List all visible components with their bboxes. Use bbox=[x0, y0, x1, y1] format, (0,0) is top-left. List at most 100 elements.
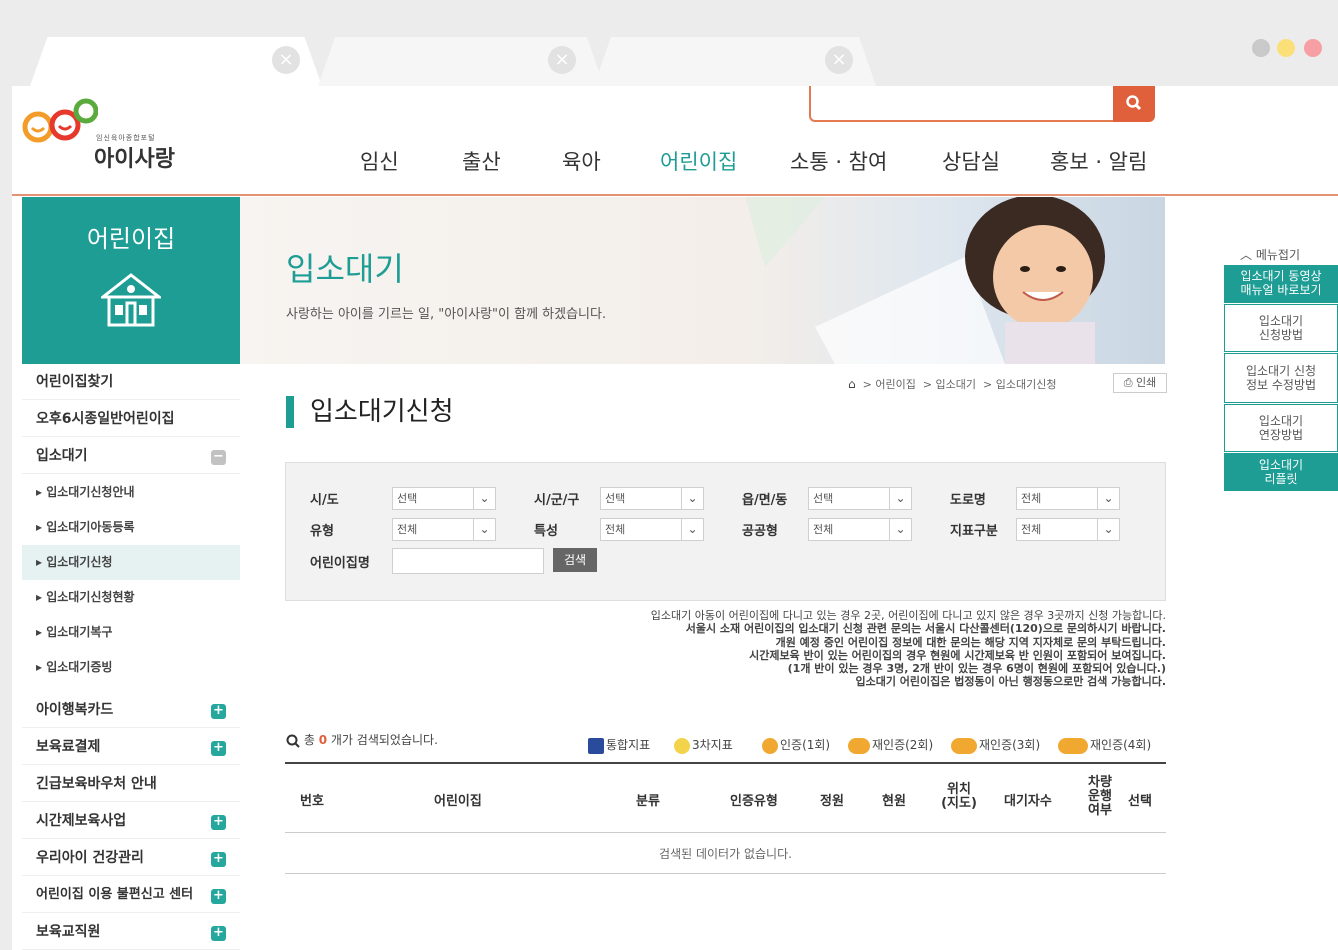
nav-community[interactable]: 소통 · 참여 bbox=[790, 146, 887, 176]
select-feature[interactable]: 전체 ⌄ bbox=[600, 518, 704, 541]
nav-counseling[interactable]: 상담실 bbox=[942, 146, 1000, 176]
select-sido[interactable]: 선택 ⌄ bbox=[392, 487, 496, 510]
close-tab-icon[interactable]: × bbox=[548, 46, 576, 74]
select-value: 전체 bbox=[397, 523, 418, 536]
window-maximize-icon[interactable] bbox=[1277, 39, 1295, 57]
sidebar-item-label: 우리아이 건강관리 bbox=[36, 850, 144, 866]
col-header-cert-type: 인증유형 bbox=[730, 794, 778, 809]
sidebar-item-hourly-care[interactable]: 시간제보육사업 + bbox=[22, 803, 240, 839]
legend-label: 재인증(2회) bbox=[872, 738, 934, 752]
sidebar-subitem-waiting-status[interactable]: ▸ 입소대기신청현황 bbox=[22, 580, 240, 615]
sidebar-subitem-waiting-restore[interactable]: ▸ 입소대기복구 bbox=[22, 615, 240, 650]
sidebar-subitem-label: 입소대기신청 bbox=[46, 555, 113, 569]
expand-icon[interactable]: + bbox=[211, 926, 226, 941]
select-sigungu[interactable]: 선택 ⌄ bbox=[600, 487, 704, 510]
filter-label-type: 유형 bbox=[310, 524, 334, 539]
expand-icon[interactable]: + bbox=[211, 889, 226, 904]
search-button[interactable]: 검색 bbox=[553, 548, 597, 572]
sidebar-subitem-waiting-apply[interactable]: ▸ 입소대기신청 bbox=[22, 545, 240, 580]
notice-line: (1개 반이 있는 경우 3명, 2개 반이 있는 경우 6명이 현원에 포함되… bbox=[787, 662, 1166, 676]
result-count: 총 0 개가 검색되었습니다. bbox=[286, 731, 438, 748]
site-search-button[interactable] bbox=[1113, 86, 1155, 122]
sidebar-item-staff[interactable]: 보육교직원 + bbox=[22, 914, 240, 950]
daycare-house-icon bbox=[101, 273, 161, 327]
legend-label: 인증(1회) bbox=[780, 738, 831, 752]
sidebar-item-label: 아이행복카드 bbox=[36, 702, 114, 718]
quick-menu-extend-method[interactable]: 입소대기 연장방법 bbox=[1224, 404, 1338, 452]
sidebar-item-label: 어린이집 이용 불편신고 센터 bbox=[36, 887, 194, 902]
breadcrumb-item[interactable]: 어린이집 bbox=[875, 378, 915, 391]
chevron-down-icon: ⌄ bbox=[681, 488, 703, 509]
select-public[interactable]: 전체 ⌄ bbox=[808, 518, 912, 541]
notice-line: 서울시 소재 어린이집의 입소대기 신청 관련 문의는 서울시 다산콜센터(12… bbox=[685, 622, 1166, 636]
sidebar-item-fee-payment[interactable]: 보육료결제 + bbox=[22, 729, 240, 765]
sidebar-item-label: 보육료결제 bbox=[36, 739, 101, 755]
empty-result-message: 검색된 데이터가 없습니다. bbox=[659, 847, 792, 861]
nav-birth[interactable]: 출산 bbox=[462, 146, 501, 176]
sidebar-subitem-waiting-proof[interactable]: ▸ 입소대기증빙 bbox=[22, 650, 240, 685]
logo-icon[interactable] bbox=[22, 95, 98, 145]
close-tab-icon[interactable]: × bbox=[825, 46, 853, 74]
sidebar-subitem-child-register[interactable]: ▸ 입소대기아동등록 bbox=[22, 510, 240, 545]
logo-title[interactable]: 아이사랑 bbox=[94, 141, 175, 173]
expand-icon[interactable]: + bbox=[211, 741, 226, 756]
sidebar-item-6pm-daycare[interactable]: 오후6시종일반어린이집 bbox=[22, 401, 240, 437]
legend-cert4: 재인증(4회) bbox=[1058, 736, 1151, 754]
select-road[interactable]: 전체 ⌄ bbox=[1016, 487, 1120, 510]
close-tab-icon[interactable]: × bbox=[272, 46, 300, 74]
window-close-icon[interactable] bbox=[1304, 39, 1322, 57]
sidebar-item-emergency-voucher[interactable]: 긴급보육바우처 안내 bbox=[22, 766, 240, 802]
sidebar-item-waiting[interactable]: 입소대기 − bbox=[22, 438, 240, 474]
sidebar-item-complaint[interactable]: 어린이집 이용 불편신고 센터 + bbox=[22, 877, 240, 913]
notice-line: 시간제보육 반이 있는 어린이집의 경우 현원에 시간제보육 반 인원이 포함되… bbox=[749, 648, 1166, 662]
sidebar-item-find-daycare[interactable]: 어린이집찾기 bbox=[22, 364, 240, 400]
filter-label-road: 도로명 bbox=[950, 493, 986, 508]
col-header-current: 현원 bbox=[882, 794, 906, 809]
home-icon[interactable]: ⌂ bbox=[848, 377, 856, 391]
print-icon: ⎙ bbox=[1123, 376, 1133, 389]
nav-pregnancy[interactable]: 임신 bbox=[360, 146, 399, 176]
nav-parenting[interactable]: 육아 bbox=[562, 146, 601, 176]
select-value: 선택 bbox=[605, 492, 626, 505]
nav-daycare[interactable]: 어린이집 bbox=[660, 146, 737, 176]
window-minimize-icon[interactable] bbox=[1252, 39, 1270, 57]
legend-cert2: 재인증(2회) bbox=[848, 736, 933, 754]
select-value: 선택 bbox=[397, 492, 418, 505]
col-header-number: 번호 bbox=[300, 794, 324, 809]
quick-menu-edit-method[interactable]: 입소대기 신청 정보 수정방법 bbox=[1224, 353, 1338, 403]
quick-menu-leaflet[interactable]: 입소대기 리플릿 bbox=[1224, 453, 1338, 491]
sidebar-subitem-label: 입소대기신청안내 bbox=[46, 485, 135, 499]
site-search-input[interactable] bbox=[809, 86, 1115, 122]
expand-icon[interactable]: + bbox=[211, 852, 226, 867]
filter-label-daycare-name: 어린이집명 bbox=[310, 556, 370, 571]
legend-integrated: 통합지표 bbox=[588, 736, 650, 754]
select-eupmyeondong[interactable]: 선택 ⌄ bbox=[808, 487, 912, 510]
notice-text: 입소대기 아동이 어린이집에 다니고 있는 경우 2곳, 어린이집에 다니고 있… bbox=[500, 609, 1166, 689]
quick-menu-apply-method[interactable]: 입소대기 신청방법 bbox=[1224, 304, 1338, 352]
print-button[interactable]: ⎙ 인쇄 bbox=[1113, 373, 1167, 393]
select-type[interactable]: 전체 ⌄ bbox=[392, 518, 496, 541]
sidebar-item-label: 긴급보육바우처 안내 bbox=[36, 776, 157, 792]
sidebar-item-happy-card[interactable]: 아이행복카드 + bbox=[22, 692, 240, 728]
expand-icon[interactable]: + bbox=[211, 815, 226, 830]
select-indicator[interactable]: 전체 ⌄ bbox=[1016, 518, 1120, 541]
search-icon bbox=[1126, 95, 1142, 111]
sidebar-item-health[interactable]: 우리아이 건강관리 + bbox=[22, 840, 240, 876]
sidebar-header: 어린이집 bbox=[22, 197, 240, 364]
quick-menu-fold-label: 메뉴접기 bbox=[1255, 248, 1301, 262]
chevron-down-icon: ⌄ bbox=[889, 488, 911, 509]
third-indicator-icon bbox=[674, 737, 690, 754]
sidebar-subitem-waiting-guide[interactable]: ▸ 입소대기신청안내 bbox=[22, 475, 240, 510]
quick-menu-fold[interactable]: ︿ 메뉴접기 bbox=[1240, 246, 1300, 263]
collapse-icon[interactable]: − bbox=[211, 450, 226, 465]
nav-notice[interactable]: 홍보 · 알림 bbox=[1050, 146, 1147, 176]
expand-icon[interactable]: + bbox=[211, 704, 226, 719]
legend-cert3: 재인증(3회) bbox=[951, 736, 1040, 754]
select-value: 선택 bbox=[813, 492, 834, 505]
select-value: 전체 bbox=[1021, 492, 1042, 505]
sidebar-item-label: 오후6시종일반어린이집 bbox=[36, 411, 175, 427]
medal-4-icon bbox=[1058, 737, 1088, 754]
breadcrumb-item[interactable]: 입소대기 bbox=[936, 378, 976, 391]
daycare-name-input[interactable] bbox=[392, 548, 544, 574]
quick-menu-video-manual[interactable]: 입소대기 동영상 매뉴얼 바로보기 bbox=[1224, 265, 1338, 303]
